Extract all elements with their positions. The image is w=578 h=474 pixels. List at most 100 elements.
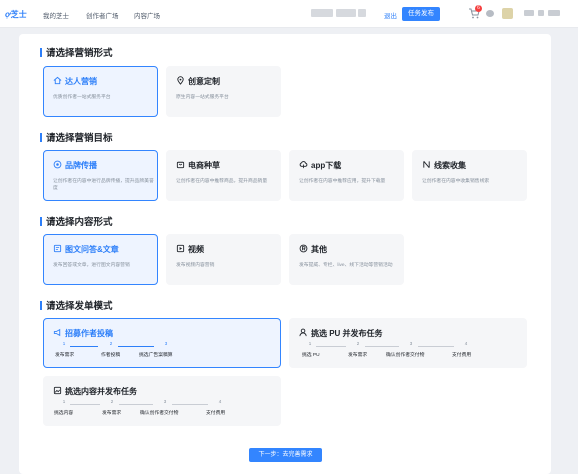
cloud-icon bbox=[299, 161, 308, 169]
redacted-username bbox=[311, 9, 333, 17]
card-description: 让创作者在内容中进行品牌传播，提升品牌美誉度 bbox=[53, 179, 154, 191]
top-navigation-bar: ợ芝士 我的芝士 创作者广场 内容广场 退出 任务发布 6 bbox=[0, 0, 578, 28]
card-description: 让创作者在内容中推荐商品，提升商品销量 bbox=[176, 179, 268, 184]
redacted-tag bbox=[358, 9, 366, 17]
card-title: 挑选 PU 并发布任务 bbox=[299, 328, 383, 339]
nav-content-square[interactable]: 内容广场 bbox=[134, 10, 160, 20]
megaphone-icon bbox=[53, 328, 61, 337]
step-connector bbox=[119, 404, 153, 405]
card-app-download[interactable]: app下载 让创作者在内容中推荐应用，提升下载量 bbox=[289, 150, 404, 201]
step-label: 挑选内容 bbox=[54, 411, 74, 416]
step-connector bbox=[118, 346, 154, 347]
next-step-button[interactable]: 下一步：去完善需求 bbox=[249, 448, 322, 462]
card-title: 品牌传播 bbox=[53, 160, 97, 171]
redacted-menu-item[interactable] bbox=[524, 10, 534, 16]
article-icon bbox=[53, 244, 62, 253]
card-title: app下载 bbox=[299, 160, 341, 171]
section-title-marketing-goal: 请选择营销目标 bbox=[40, 130, 113, 144]
logo[interactable]: ợ芝士 bbox=[5, 9, 27, 20]
step-number: 1 bbox=[62, 341, 66, 346]
card-influencer-marketing[interactable]: 达人营销 优质创作者一站式服务平台 bbox=[43, 66, 158, 117]
card-title: 达人营销 bbox=[53, 76, 97, 87]
home-icon bbox=[53, 76, 62, 85]
location-pin-icon bbox=[177, 76, 184, 85]
step-connector bbox=[70, 346, 98, 347]
step-number: 1 bbox=[308, 341, 312, 346]
card-description: 发布视频内容营销 bbox=[176, 263, 215, 268]
nav-my-zhishi[interactable]: 我的芝士 bbox=[43, 10, 69, 20]
card-description: 发布回答或文章，进行图文内容营销 bbox=[53, 263, 130, 268]
card-brand-communication[interactable]: 品牌传播 让创作者在内容中进行品牌传播，提升品牌美誉度 bbox=[43, 150, 158, 201]
step-number: 4 bbox=[464, 341, 468, 346]
card-title: 图文问答&文章 bbox=[53, 244, 119, 255]
card-description: 发布提威、专栏、live、线下活动等营销活动 bbox=[299, 263, 393, 268]
card-title: 挑选内容并发布任务 bbox=[53, 386, 137, 397]
step-track: 1 2 3 4 挑选内容 发布需求 确认创作者交付物 支付费用 bbox=[53, 399, 278, 423]
nav-creator-square[interactable]: 创作者广场 bbox=[86, 10, 119, 20]
step-label: 挑选 PU bbox=[302, 353, 320, 358]
step-track: 1 2 3 发布需求 作者投稿 挑选广告案稿算 bbox=[53, 341, 273, 365]
card-title: 线索收集 bbox=[422, 160, 466, 171]
step-connector bbox=[365, 346, 399, 347]
step-connector bbox=[172, 404, 208, 405]
person-icon bbox=[299, 328, 307, 337]
message-icon[interactable] bbox=[486, 10, 494, 17]
step-connector bbox=[70, 404, 100, 405]
card-ecommerce-seeding[interactable]: 电商种草 让创作者在内容中推荐商品，提升商品销量 bbox=[166, 150, 281, 201]
step-number: 2 bbox=[109, 341, 113, 346]
card-article-qa[interactable]: 图文问答&文章 发布回答或文章，进行图文内容营销 bbox=[43, 234, 158, 285]
step-number: 3 bbox=[164, 341, 168, 346]
card-description: 优质创作者一站式服务平台 bbox=[53, 95, 111, 100]
step-connector bbox=[418, 346, 454, 347]
step-number: 3 bbox=[409, 341, 413, 346]
publish-task-button[interactable]: 任务发布 bbox=[402, 7, 440, 21]
video-icon bbox=[176, 244, 185, 253]
avatar[interactable] bbox=[502, 8, 513, 19]
section-title-order-mode: 请选择发单模式 bbox=[40, 298, 113, 312]
task-creation-panel: 请选择营销形式 达人营销 优质创作者一站式服务平台 创意定制 原生内容一站式服务… bbox=[19, 34, 551, 474]
funnel-icon bbox=[423, 161, 430, 168]
card-creative-custom[interactable]: 创意定制 原生内容一站式服务平台 bbox=[166, 66, 281, 117]
step-label: 作者投稿 bbox=[101, 353, 121, 358]
step-number: 2 bbox=[110, 399, 114, 404]
step-label: 确认创作者交付物 bbox=[140, 411, 179, 416]
step-number: 4 bbox=[218, 399, 222, 404]
other-icon bbox=[299, 244, 308, 253]
card-title: 视频 bbox=[176, 244, 204, 255]
redacted-menu-item[interactable] bbox=[548, 10, 560, 16]
card-video[interactable]: 视频 发布视频内容营销 bbox=[166, 234, 281, 285]
redacted-menu-item[interactable] bbox=[538, 10, 544, 16]
card-other[interactable]: 其他 发布提威、专栏、live、线下活动等营销活动 bbox=[289, 234, 404, 285]
card-description: 让创作者在内容中推荐应用，提升下载量 bbox=[299, 179, 386, 184]
card-select-content[interactable]: 挑选内容并发布任务 1 2 3 4 挑选内容 发布需求 确认创作者交付物 支付费… bbox=[43, 376, 281, 426]
card-title: 创意定制 bbox=[176, 76, 220, 87]
card-description: 让创作者在内容中收集销售线索 bbox=[422, 179, 490, 184]
content-icon bbox=[53, 386, 62, 395]
step-label: 支付费用 bbox=[206, 411, 226, 416]
step-label: 发布需求 bbox=[348, 353, 368, 358]
step-connector bbox=[316, 346, 346, 347]
cart-badge: 6 bbox=[475, 5, 482, 12]
section-title-content-form: 请选择内容形式 bbox=[40, 214, 113, 228]
section-title-marketing-form: 请选择营销形式 bbox=[40, 45, 113, 59]
card-title: 招募作者投稿 bbox=[53, 328, 113, 339]
card-title: 电商种草 bbox=[176, 160, 220, 171]
card-select-pu[interactable]: 挑选 PU 并发布任务 1 2 3 4 挑选 PU 发布需求 确认创作者交付物 … bbox=[289, 318, 527, 368]
logout-link[interactable]: 退出 bbox=[384, 10, 397, 20]
step-label: 确认创作者交付物 bbox=[386, 353, 425, 358]
logo-text: 芝士 bbox=[10, 10, 27, 19]
card-lead-collection[interactable]: 线索收集 让创作者在内容中收集销售线索 bbox=[412, 150, 527, 201]
step-number: 2 bbox=[356, 341, 360, 346]
step-label: 发布需求 bbox=[102, 411, 122, 416]
step-number: 3 bbox=[163, 399, 167, 404]
card-description: 原生内容一站式服务平台 bbox=[176, 95, 229, 100]
step-track: 1 2 3 4 挑选 PU 发布需求 确认创作者交付物 支付费用 bbox=[299, 341, 524, 365]
step-label: 发布需求 bbox=[55, 353, 75, 358]
step-label: 挑选广告案稿算 bbox=[139, 353, 173, 358]
step-label: 支付费用 bbox=[452, 353, 472, 358]
shop-icon bbox=[176, 161, 185, 169]
step-number: 1 bbox=[62, 399, 66, 404]
card-title: 其他 bbox=[299, 244, 327, 255]
target-icon bbox=[53, 160, 62, 169]
card-recruit-authors[interactable]: 招募作者投稿 1 2 3 发布需求 作者投稿 挑选广告案稿算 bbox=[43, 318, 281, 368]
